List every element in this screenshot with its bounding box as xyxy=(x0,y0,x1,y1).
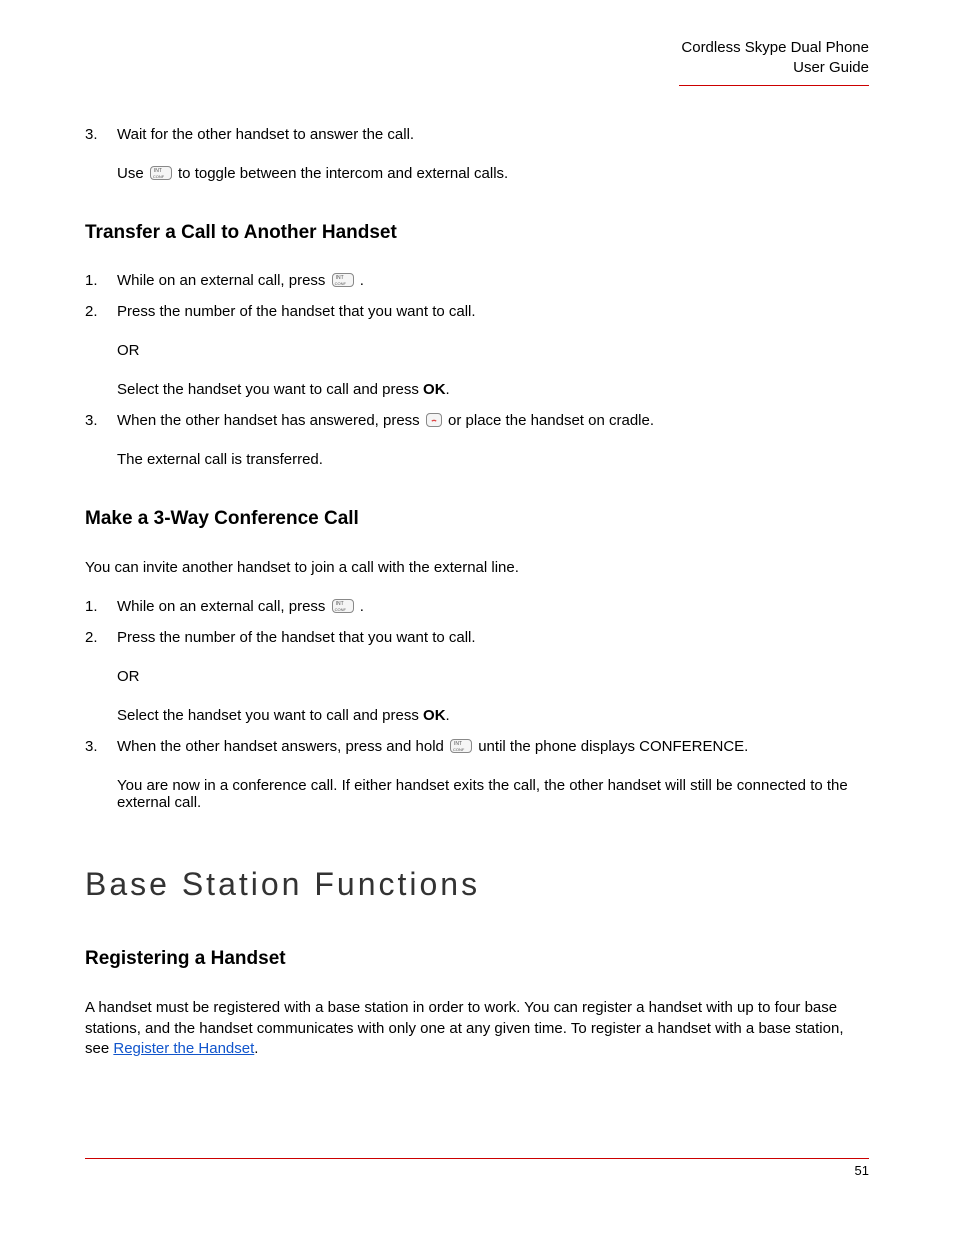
list-text: When the other handset has answered, pre… xyxy=(117,412,869,429)
heading-transfer: Transfer a Call to Another Handset xyxy=(85,222,869,244)
header-line-1: Cordless Skype Dual Phone xyxy=(649,38,869,58)
text-fragment: Select the handset you want to call and … xyxy=(117,381,423,398)
registering-para: A handset must be registered with a base… xyxy=(85,998,869,1059)
conf-step-1: 1. While on an external call, press . xyxy=(85,598,869,615)
register-handset-link[interactable]: Register the Handset xyxy=(113,1040,254,1057)
transfer-step-2: 2. Press the number of the handset that … xyxy=(85,303,869,398)
page-footer: 51 xyxy=(85,1158,869,1178)
list-subtext: You are now in a conference call. If eit… xyxy=(117,777,869,811)
header-rule xyxy=(679,85,869,86)
list-text: Wait for the other handset to answer the… xyxy=(117,126,869,143)
list-number: 3. xyxy=(85,126,117,182)
list-number: 1. xyxy=(85,272,117,289)
list-body: Press the number of the handset that you… xyxy=(117,629,869,724)
conference-intro: You can invite another handset to join a… xyxy=(85,558,869,578)
list-subtext: Use to toggle between the intercom and e… xyxy=(117,165,869,182)
document-header: Cordless Skype Dual Phone User Guide xyxy=(649,38,869,77)
list-body: Wait for the other handset to answer the… xyxy=(117,126,869,182)
select-text: Select the handset you want to call and … xyxy=(117,381,869,398)
list-subtext: The external call is transferred. xyxy=(117,451,869,468)
section-title-base: Base Station Functions xyxy=(85,866,869,903)
select-text: Select the handset you want to call and … xyxy=(117,707,869,724)
text-fragment: When the other handset answers, press an… xyxy=(117,738,448,755)
text-fragment: . xyxy=(356,272,364,289)
text-fragment: While on an external call, press xyxy=(117,272,330,289)
text-fragment: . xyxy=(446,381,450,398)
text-fragment: When the other handset has answered, pre… xyxy=(117,412,424,429)
page-number: 51 xyxy=(85,1163,869,1178)
int-conf-button-icon xyxy=(150,166,172,180)
text-fragment: . xyxy=(254,1040,258,1057)
conf-step-2: 2. Press the number of the handset that … xyxy=(85,629,869,724)
or-text: OR xyxy=(117,342,869,359)
list-text: Press the number of the handset that you… xyxy=(117,629,869,646)
int-conf-button-icon xyxy=(450,739,472,753)
list-body: Press the number of the handset that you… xyxy=(117,303,869,398)
or-text: OR xyxy=(117,668,869,685)
int-conf-button-icon xyxy=(332,599,354,613)
list-body: When the other handset has answered, pre… xyxy=(117,412,869,468)
transfer-step-1: 1. While on an external call, press . xyxy=(85,272,869,289)
text-fragment: to toggle between the intercom and exter… xyxy=(174,165,508,182)
int-conf-button-icon xyxy=(332,273,354,287)
text-fragment: . xyxy=(446,707,450,724)
list-number: 2. xyxy=(85,629,117,724)
footer-rule xyxy=(85,1158,869,1159)
list-body: When the other handset answers, press an… xyxy=(117,738,869,811)
text-fragment: or place the handset on cradle. xyxy=(444,412,654,429)
list-number: 1. xyxy=(85,598,117,615)
heading-registering: Registering a Handset xyxy=(85,948,869,970)
list-text: When the other handset answers, press an… xyxy=(117,738,869,755)
text-fragment: Use xyxy=(117,165,148,182)
text-fragment: While on an external call, press xyxy=(117,598,330,615)
ok-label: OK xyxy=(423,381,446,398)
text-fragment: . xyxy=(356,598,364,615)
list-body: While on an external call, press . xyxy=(117,272,869,289)
list-number: 3. xyxy=(85,412,117,468)
conf-step-3: 3. When the other handset answers, press… xyxy=(85,738,869,811)
list-item-3-wait: 3. Wait for the other handset to answer … xyxy=(85,126,869,182)
hangup-button-icon xyxy=(426,413,442,427)
list-text: Press the number of the handset that you… xyxy=(117,303,869,320)
ok-label: OK xyxy=(423,707,446,724)
header-line-2: User Guide xyxy=(649,58,869,78)
heading-conference: Make a 3-Way Conference Call xyxy=(85,508,869,530)
transfer-step-3: 3. When the other handset has answered, … xyxy=(85,412,869,468)
list-body: While on an external call, press . xyxy=(117,598,869,615)
text-fragment: until the phone displays CONFERENCE. xyxy=(474,738,748,755)
list-number: 3. xyxy=(85,738,117,811)
list-number: 2. xyxy=(85,303,117,398)
text-fragment: Select the handset you want to call and … xyxy=(117,707,423,724)
